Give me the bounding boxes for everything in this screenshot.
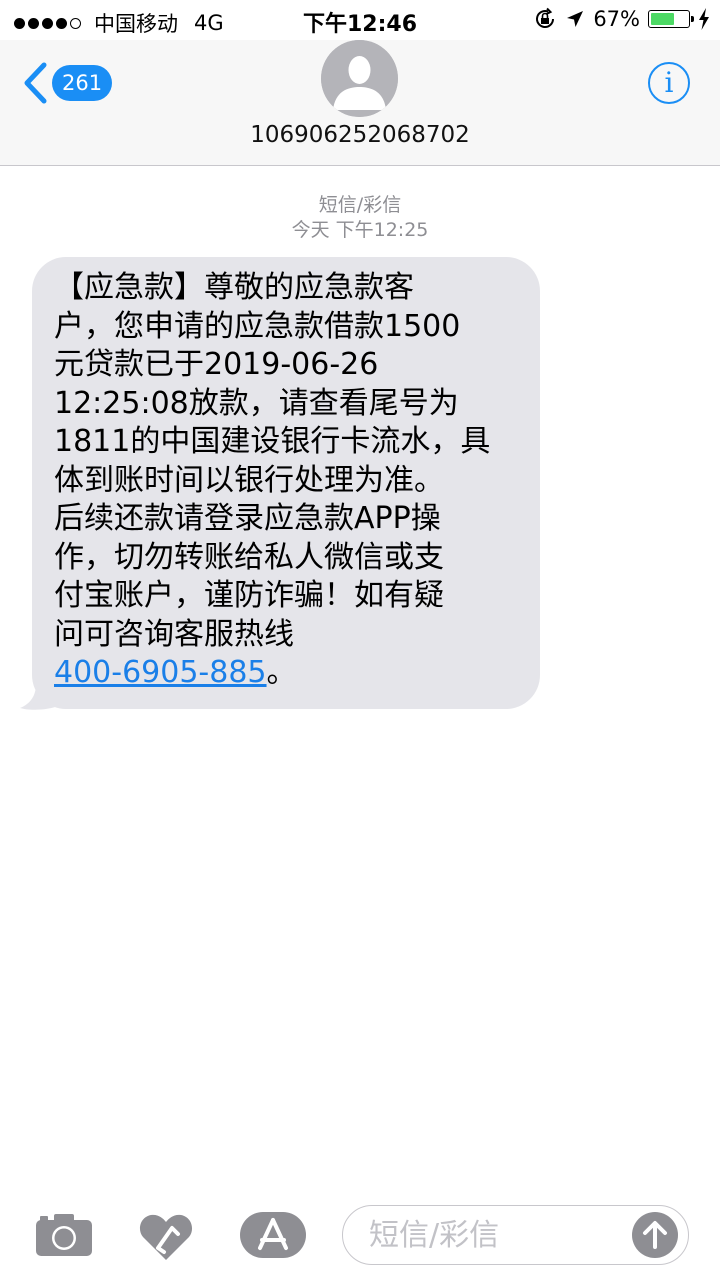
- battery-level-fill: [651, 13, 674, 25]
- unread-count-badge: 261: [52, 65, 113, 101]
- message-compose-field[interactable]: [342, 1205, 689, 1265]
- service-label: 短信/彩信: [318, 194, 402, 216]
- phone-number-link[interactable]: 400-6905-885: [54, 655, 267, 690]
- back-button[interactable]: 261: [22, 62, 113, 104]
- charging-bolt-icon: [699, 8, 709, 30]
- message-end-punct: 。: [266, 655, 297, 690]
- camera-icon[interactable]: [36, 1214, 92, 1256]
- message-text: 【应急款】尊敬的应急款客 户，您申请的应急款借款1500 元贷款已于2019-0…: [54, 269, 526, 693]
- status-bar: 中国移动 4G 下午12:46 67%: [0, 0, 720, 40]
- send-button[interactable]: [632, 1212, 678, 1258]
- send-arrow-icon: [643, 1221, 667, 1249]
- lock-rotation-icon: [536, 7, 555, 28]
- message-bubble[interactable]: 【应急款】尊敬的应急款客 户，您申请的应急款借款1500 元贷款已于2019-0…: [32, 257, 540, 709]
- contact-avatar-icon[interactable]: [321, 40, 398, 117]
- battery-icon: [648, 10, 694, 28]
- battery-percent: 67%: [593, 7, 640, 31]
- message-timestamp: 今天 下午12:25: [291, 219, 429, 241]
- back-chevron-icon: [24, 62, 47, 104]
- message-input[interactable]: [367, 1214, 621, 1256]
- info-icon[interactable]: i: [648, 62, 690, 104]
- status-right: 67%: [533, 7, 710, 31]
- digital-touch-icon[interactable]: [138, 1214, 194, 1260]
- input-bar: [0, 1188, 720, 1280]
- app-store-icon[interactable]: [240, 1212, 306, 1258]
- conversation-header: 261 106906252068702 i: [0, 40, 720, 166]
- contact-name[interactable]: 106906252068702: [0, 122, 720, 148]
- location-arrow-icon: [567, 11, 584, 27]
- message-body: 【应急款】尊敬的应急款客 户，您申请的应急款借款1500 元贷款已于2019-0…: [54, 270, 491, 652]
